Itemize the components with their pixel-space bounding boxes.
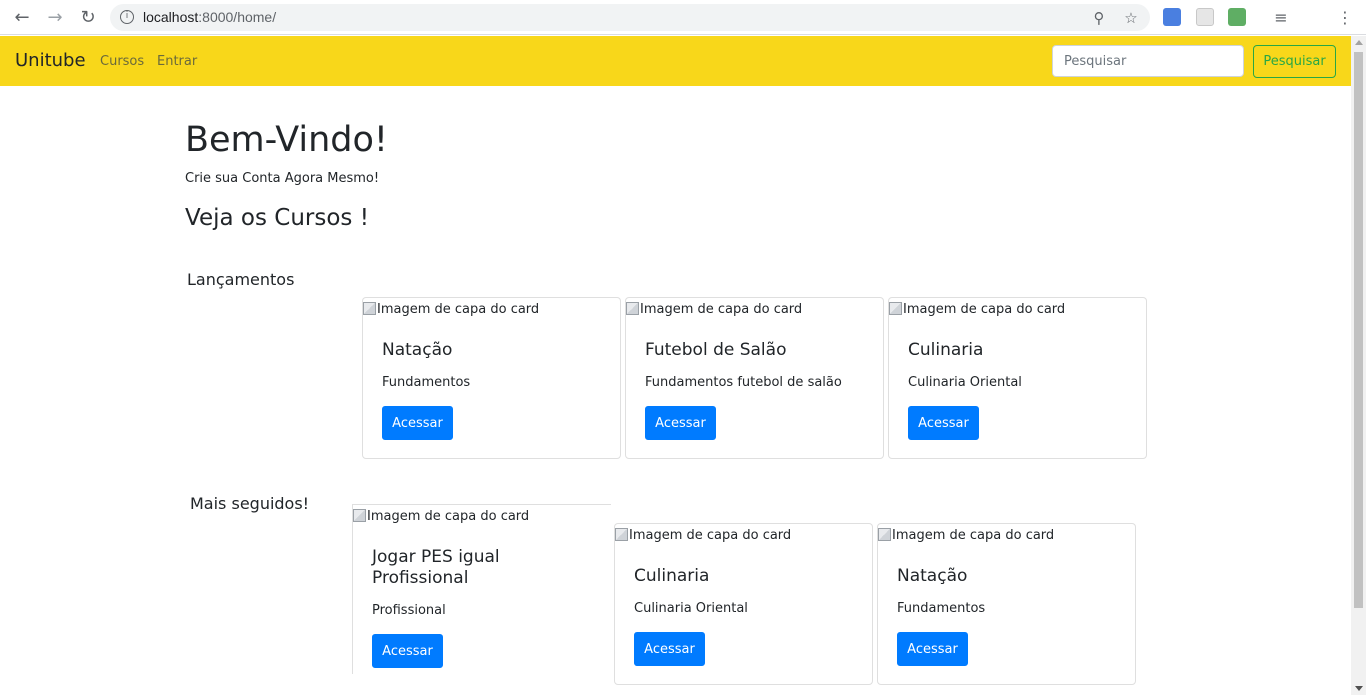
access-button[interactable]: Acessar — [897, 632, 968, 666]
course-card: Imagem de capa do card Futebol de Salão … — [625, 297, 884, 459]
access-button[interactable]: Acessar — [634, 632, 705, 666]
reload-icon[interactable]: ↻ — [77, 6, 99, 28]
courses-heading: Veja os Cursos ! — [185, 205, 369, 231]
page-subtitle: Crie sua Conta Agora Mesmo! — [185, 171, 380, 186]
broken-image-icon — [626, 302, 639, 315]
card-title: Natação — [382, 340, 453, 360]
section-title-lancamentos: Lançamentos — [187, 270, 295, 289]
access-button[interactable]: Acessar — [372, 634, 443, 668]
card-image: Imagem de capa do card — [626, 302, 802, 317]
forward-icon[interactable]: → — [44, 6, 66, 28]
card-title: Jogar PES igual Profissional — [372, 547, 500, 588]
card-title: Natação — [897, 566, 968, 586]
card-title: Futebol de Salão — [645, 340, 787, 360]
media-queue-icon[interactable]: ≡ — [1270, 6, 1292, 28]
page-viewport: Unitube Cursos Entrar Pesquisar Bem-Vind… — [0, 36, 1366, 695]
card-text: Fundamentos futebol de salão — [645, 375, 842, 390]
site-navbar: Unitube Cursos Entrar Pesquisar — [0, 36, 1351, 86]
scrollbar-thumb[interactable] — [1354, 52, 1363, 608]
broken-image-icon — [889, 302, 902, 315]
site-info-icon[interactable]: i — [120, 10, 134, 24]
bookmark-star-icon[interactable]: ☆ — [1122, 9, 1140, 27]
course-card: Imagem de capa do card Jogar PES igual P… — [352, 504, 611, 674]
broken-image-icon — [615, 528, 628, 541]
course-card: Imagem de capa do card Natação Fundament… — [877, 523, 1136, 685]
access-button[interactable]: Acessar — [382, 406, 453, 440]
nav-link-cursos[interactable]: Cursos — [100, 54, 144, 69]
url-host: localhost — [143, 9, 199, 25]
section-title-mais-seguidos: Mais seguidos! — [190, 494, 310, 513]
scroll-down-icon[interactable] — [1355, 686, 1363, 691]
card-image: Imagem de capa do card — [353, 509, 529, 524]
course-card: Imagem de capa do card Natação Fundament… — [362, 297, 621, 459]
card-image: Imagem de capa do card — [889, 302, 1065, 317]
access-button[interactable]: Acessar — [645, 406, 716, 440]
page-scrollbar[interactable] — [1351, 36, 1366, 695]
page-title: Bem-Vindo! — [185, 120, 388, 160]
card-text: Culinaria Oriental — [634, 601, 748, 616]
browser-toolbar: ← → ↻ i localhost:8000/home/ ⚲ ☆ ≡ ⋮ — [0, 0, 1366, 35]
js-extension-icon[interactable] — [1196, 8, 1214, 26]
search-input[interactable] — [1052, 45, 1244, 77]
course-card: Imagem de capa do card Culinaria Culinar… — [614, 523, 873, 685]
course-card: Imagem de capa do card Culinaria Culinar… — [888, 297, 1147, 459]
card-text: Profissional — [372, 603, 446, 618]
card-title: Culinaria — [634, 566, 710, 586]
brand-logo[interactable]: Unitube — [15, 50, 86, 71]
card-text: Culinaria Oriental — [908, 375, 1022, 390]
url-path: :8000/home/ — [198, 9, 277, 25]
nav-link-entrar[interactable]: Entrar — [157, 54, 197, 69]
zoom-icon[interactable]: ⚲ — [1090, 9, 1108, 27]
card-image: Imagem de capa do card — [615, 528, 791, 543]
broken-image-icon — [878, 528, 891, 541]
card-image: Imagem de capa do card — [363, 302, 539, 317]
translate-extension-icon[interactable] — [1163, 8, 1181, 26]
broken-image-icon — [353, 509, 366, 522]
menu-kebab-icon[interactable]: ⋮ — [1334, 6, 1356, 28]
scroll-up-icon[interactable] — [1355, 40, 1363, 45]
access-button[interactable]: Acessar — [908, 406, 979, 440]
card-text: Fundamentos — [382, 375, 471, 390]
broken-image-icon — [363, 302, 376, 315]
card-image: Imagem de capa do card — [878, 528, 1054, 543]
card-text: Fundamentos — [897, 601, 986, 616]
mail-extension-icon[interactable] — [1228, 8, 1246, 26]
back-icon[interactable]: ← — [11, 6, 33, 28]
card-title: Culinaria — [908, 340, 984, 360]
address-bar[interactable]: i localhost:8000/home/ ⚲ ☆ — [110, 4, 1150, 31]
search-button[interactable]: Pesquisar — [1253, 45, 1336, 78]
